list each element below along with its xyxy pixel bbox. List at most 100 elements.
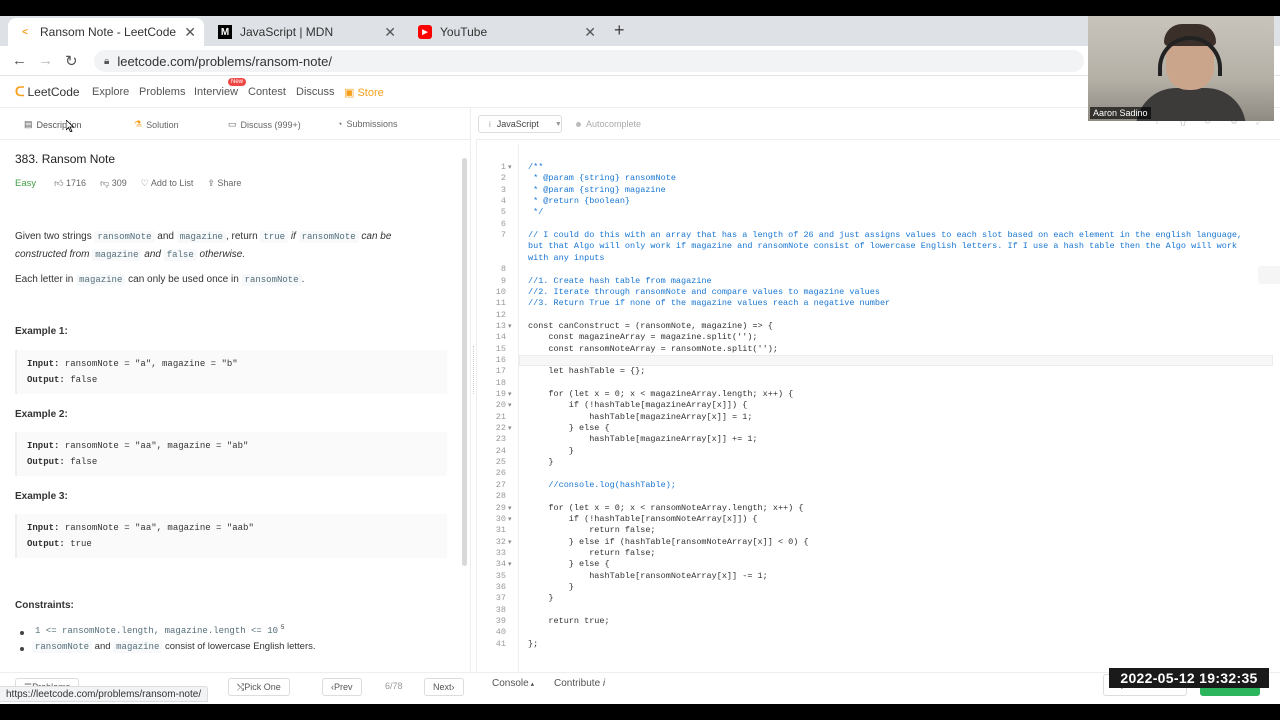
tab-submissions[interactable]: ◔ Submissions <box>337 119 397 129</box>
page-indicator: 6/78 <box>385 681 403 691</box>
tab-label: Submissions <box>346 119 398 129</box>
output-label: Output: <box>27 375 65 385</box>
browser-tab-mdn[interactable]: M JavaScript | MDN ✕ <box>208 18 404 46</box>
code-line: const canConstruct = (ransomNote, magazi… <box>528 320 773 331</box>
line-number: 2 <box>500 173 506 184</box>
prev-button[interactable]: ‹ Prev <box>322 678 362 696</box>
code-line: } else { <box>528 423 610 434</box>
line-number: 15 <box>495 343 506 354</box>
inline-code: ransomNote <box>94 231 155 243</box>
tab-discuss[interactable]: ▭ Discuss (999+) <box>228 119 301 130</box>
line-number: 4 <box>500 196 506 207</box>
contribute-button[interactable]: Contribute i <box>554 678 605 689</box>
lock-icon: 🔒︎ <box>104 55 110 67</box>
fold-arrow-icon[interactable]: ▾ <box>508 538 512 546</box>
code-line: } else if (hashTable[ransomNoteArray[x]]… <box>528 536 809 547</box>
browser-tab-leetcode[interactable]: < Ransom Note - LeetCode ✕ <box>8 18 204 46</box>
tab-solution[interactable]: ⚗ Solution <box>134 119 179 130</box>
code-line: return false; <box>528 547 656 558</box>
output-label: Output: <box>27 539 65 549</box>
store-icon: ▣ <box>344 87 358 99</box>
presenter-name: Aaron Sadino <box>1090 107 1151 119</box>
line-number: 38 <box>495 604 506 615</box>
reload-icon[interactable]: ↻ <box>65 52 78 70</box>
new-tab-icon[interactable]: + <box>614 20 625 41</box>
problem-description: 383. Ransom Note Easy 👍︎ 1716 👎︎ 309 ♡ A… <box>0 140 470 680</box>
example-output: false <box>70 375 98 385</box>
code-line: * @param {string} ransomNote <box>528 173 676 184</box>
line-number: 21 <box>495 411 506 422</box>
side-panel-toggle[interactable] <box>1258 266 1280 284</box>
line-number: 30 <box>495 513 506 524</box>
resize-grip-icon[interactable] <box>473 346 474 394</box>
description-scrollbar[interactable] <box>462 158 467 566</box>
fold-arrow-icon[interactable]: ▾ <box>508 560 512 568</box>
desc-text: Each letter in <box>15 274 74 285</box>
nav-problems[interactable]: Problems <box>139 86 185 98</box>
fold-arrow-icon[interactable]: ▾ <box>508 163 512 171</box>
language-select[interactable]: i JavaScript ▼ <box>478 115 562 133</box>
line-number: 14 <box>495 332 506 343</box>
bullet <box>20 631 24 635</box>
line-number: 3 <box>500 184 506 195</box>
line-number: 28 <box>495 491 506 502</box>
fold-arrow-icon[interactable]: ▾ <box>508 401 512 409</box>
forward-icon[interactable]: → <box>38 52 53 69</box>
leetcode-logo[interactable]: ᑕ LeetCode <box>15 84 80 100</box>
line-number: 31 <box>495 525 506 536</box>
line-number: 19 <box>495 389 506 399</box>
inline-code: magazine <box>76 274 126 286</box>
description-paragraph-2: Each letter in magazine can only be used… <box>15 271 304 289</box>
browser-tab-youtube[interactable]: ▶ YouTube ✕ <box>408 18 604 46</box>
flask-icon: ⚗ <box>134 119 143 129</box>
nav-store-label: Store <box>357 87 384 99</box>
like-button[interactable]: 👍︎ 1716 <box>54 178 86 189</box>
back-icon[interactable]: ← <box>12 52 27 69</box>
code-line: hashTable[magazineArray[x]] += 1; <box>528 434 758 445</box>
fold-arrow-icon[interactable]: ▾ <box>508 322 512 330</box>
share-button[interactable]: ⇪ Share <box>207 178 241 189</box>
nav-store[interactable]: ▣ Store <box>344 86 384 99</box>
fold-arrow-icon[interactable]: ▾ <box>508 390 512 398</box>
code-line: * @param {string} magazine <box>528 184 666 195</box>
autocomplete-toggle[interactable]: Autocomplete <box>576 119 641 129</box>
desc-text: Given two strings <box>15 231 92 242</box>
example-input: ransomNote = "a", magazine = "b" <box>64 359 238 369</box>
contribute-label: Contribute <box>554 678 601 689</box>
console-button[interactable]: Console ▴ <box>492 678 534 689</box>
fold-arrow-icon[interactable]: ▾ <box>508 424 512 432</box>
fold-arrow-icon[interactable]: ▾ <box>508 515 512 523</box>
fold-arrow-icon[interactable]: ▾ <box>508 504 512 512</box>
next-label: Next <box>433 682 452 692</box>
dislike-button[interactable]: 👎︎ 309 <box>100 178 127 189</box>
line-number: 37 <box>495 593 506 604</box>
nav-explore[interactable]: Explore <box>92 86 129 98</box>
line-number: 39 <box>495 616 506 626</box>
example-1-title: Example 1: <box>15 326 68 337</box>
close-tab-icon[interactable]: ✕ <box>584 24 596 41</box>
line-number: 6 <box>500 218 506 229</box>
add-to-list-button[interactable]: ♡ Add to List <box>141 178 194 189</box>
pick-one-button[interactable]: ⤭ Pick One <box>228 678 290 696</box>
nav-contest[interactable]: Contest <box>248 86 286 98</box>
thumbs-up-icon: 👍︎ <box>54 178 67 188</box>
desc-text: can only be used once in <box>128 274 239 285</box>
constraint-code: 1 <= ransomNote.length, magazine.length … <box>35 626 279 637</box>
close-tab-icon[interactable]: ✕ <box>384 24 396 41</box>
inline-code: magazine <box>113 641 163 653</box>
output-label: Output: <box>27 457 65 467</box>
nav-discuss[interactable]: Discuss <box>296 86 335 98</box>
next-button[interactable]: Next › <box>424 678 464 696</box>
close-tab-icon[interactable]: ✕ <box>184 24 196 41</box>
video-timestamp: 2022-05-12 19:32:35 <box>1109 668 1269 688</box>
language-value: JavaScript <box>496 119 539 129</box>
constraint-text: consist of lowercase English letters. <box>165 641 316 652</box>
code-line: const ransomNoteArray = ransomNote.split… <box>528 343 778 354</box>
example-3-title: Example 3: <box>15 491 68 502</box>
example-input: ransomNote = "aa", magazine = "ab" <box>64 441 249 451</box>
nav-interview[interactable]: Interview <box>194 86 238 98</box>
desc-text: otherwise. <box>199 249 246 260</box>
url-field[interactable]: 🔒︎ leetcode.com/problems/ransom-note/ <box>94 50 1084 72</box>
line-number: 18 <box>495 377 506 388</box>
description-icon: ▤ <box>24 119 33 129</box>
